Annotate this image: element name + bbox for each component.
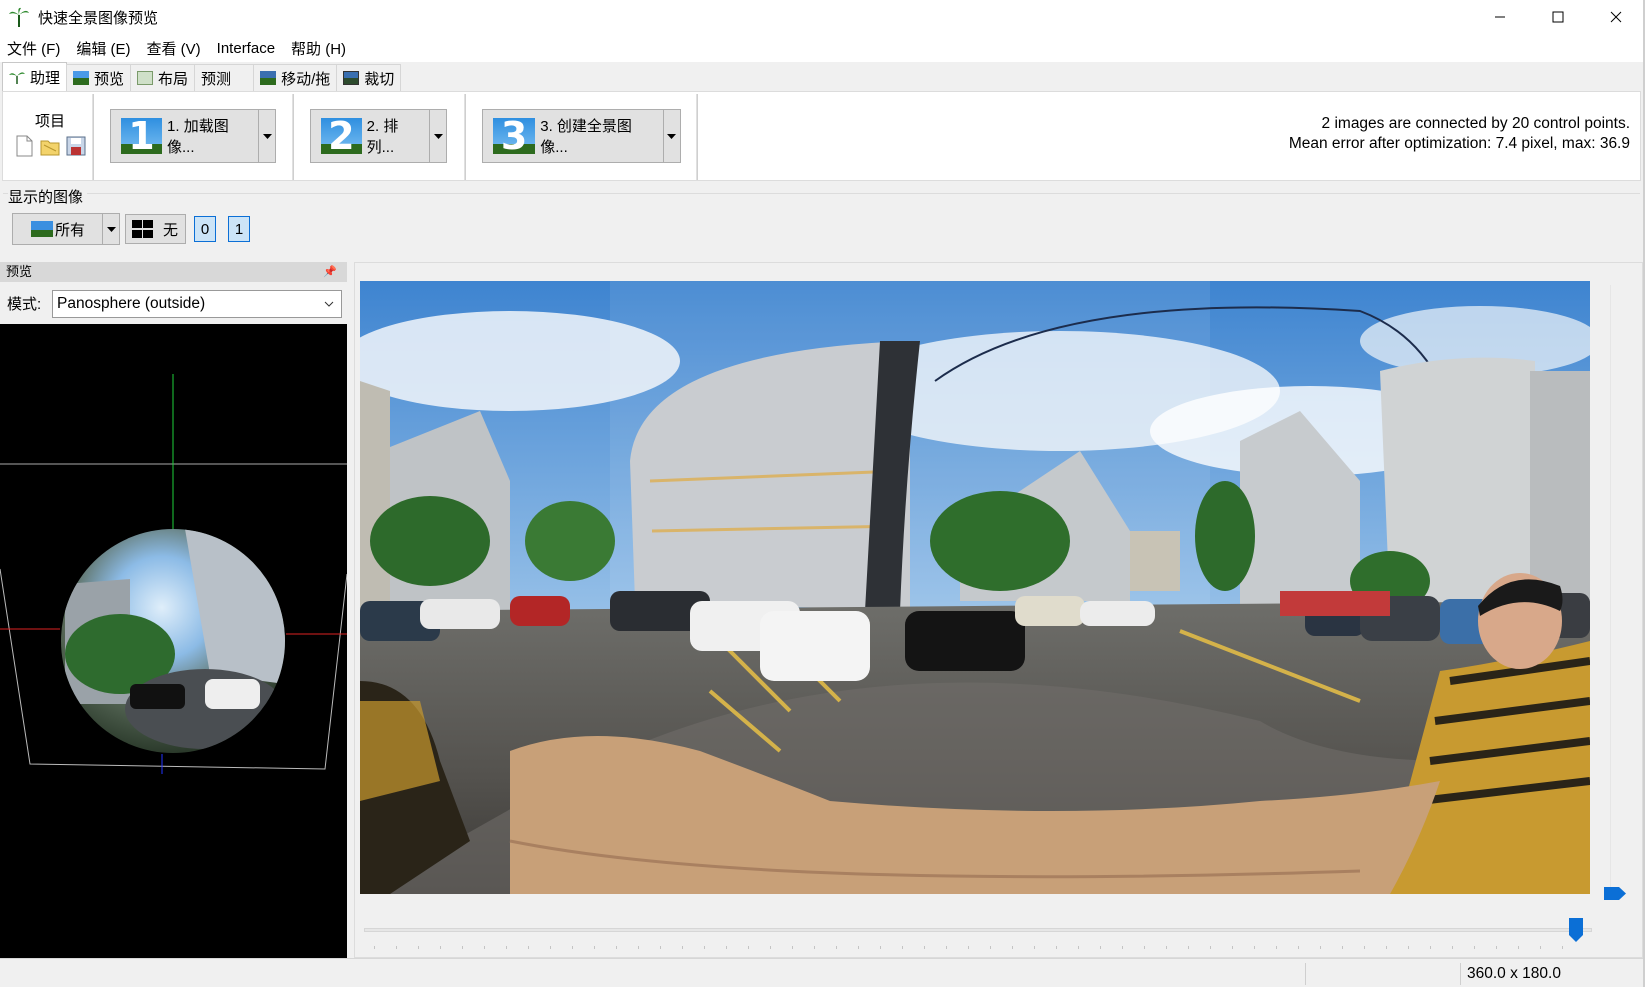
- horizontal-slider-ticks: [374, 946, 1584, 949]
- dropdown-arrow-icon: [433, 133, 443, 139]
- horizontal-slider-thumb[interactable]: [1569, 918, 1583, 942]
- status-separator: [1460, 963, 1461, 985]
- step-3-icon: 3: [493, 118, 536, 154]
- menu-file[interactable]: 文件 (F): [7, 38, 60, 59]
- maximize-button[interactable]: [1529, 0, 1587, 34]
- optimization-status: 2 images are connected by 20 control poi…: [1289, 114, 1630, 154]
- status-bar: 360.0 x 180.0: [0, 958, 1643, 987]
- load-images-button[interactable]: 1 1. 加载图像...: [110, 109, 276, 163]
- dropdown-arrow-icon: [262, 133, 272, 139]
- minimize-icon: [1495, 16, 1505, 18]
- mean-error-status: Mean error after optimization: 7.4 pixel…: [1288, 135, 1630, 152]
- tab-layout[interactable]: 布局: [130, 64, 196, 91]
- panosphere-view[interactable]: [0, 324, 347, 958]
- align-label: 2. 排列...: [366, 118, 399, 156]
- show-all-label: 所有: [55, 221, 86, 239]
- load-images-label: 1. 加载图像...: [167, 118, 229, 156]
- vertical-slider-thumb[interactable]: [1604, 887, 1626, 900]
- move-drag-icon: [260, 71, 277, 85]
- pin-icon[interactable]: 📌: [323, 262, 337, 282]
- mode-label: 模式:: [7, 295, 42, 313]
- control-points-status: 2 images are connected by 20 control poi…: [1321, 115, 1630, 132]
- minimize-button[interactable]: [1471, 0, 1529, 34]
- image-toggle-0[interactable]: 0: [194, 216, 216, 242]
- tab-projection-label: 预测: [201, 70, 232, 88]
- maximize-icon: [1552, 11, 1564, 23]
- show-none-label: 无: [163, 221, 179, 239]
- image-toggle-1[interactable]: 1: [228, 216, 250, 242]
- step-2-icon: 2: [321, 118, 362, 154]
- tab-layout-label: 布局: [158, 70, 189, 88]
- crop-icon: [343, 71, 360, 85]
- menu-view[interactable]: 查看 (V): [147, 38, 201, 59]
- menu-interface[interactable]: Interface: [217, 40, 275, 57]
- chevron-down-icon: [324, 301, 334, 307]
- hugin-app-icon: [9, 7, 29, 27]
- tab-move-drag-label: 移动/拖: [281, 70, 331, 88]
- vertical-slider-track[interactable]: [1610, 285, 1616, 890]
- toolbar-separator: [92, 94, 94, 180]
- save-icon[interactable]: [66, 135, 86, 157]
- panel-splitter[interactable]: [347, 262, 354, 958]
- preview-panel-header: 预览 📌: [0, 262, 347, 282]
- panorama-preview[interactable]: [360, 281, 1590, 894]
- create-panorama-dropdown[interactable]: [662, 110, 680, 162]
- panorama-image: [360, 281, 1590, 894]
- mode-select[interactable]: Panosphere (outside): [52, 290, 342, 318]
- load-images-dropdown[interactable]: [258, 110, 275, 162]
- displayed-images-label: 显示的图像: [8, 186, 88, 207]
- tab-bar: 助理 预览 布局 预测 移动/拖 裁切: [0, 62, 1643, 91]
- toolbar-separator: [696, 94, 698, 180]
- align-button[interactable]: 2 2. 排列...: [310, 109, 447, 163]
- assistant-icon: [9, 72, 25, 84]
- project-group: 项目: [8, 110, 92, 157]
- all-images-icon: [31, 221, 53, 237]
- panosphere-canvas: [0, 374, 347, 774]
- show-all-button[interactable]: 所有: [12, 213, 120, 245]
- title-bar: 快速全景图像预览: [0, 0, 1645, 34]
- close-button[interactable]: [1587, 0, 1645, 34]
- menu-bar: 文件 (F) 编辑 (E) 查看 (V) Interface 帮助 (H): [0, 34, 1643, 62]
- dropdown-arrow-icon: [106, 226, 116, 232]
- mode-value: Panosphere (outside): [57, 295, 206, 312]
- step-1-icon: 1: [121, 118, 163, 154]
- new-file-icon[interactable]: [14, 135, 34, 157]
- tab-crop-label: 裁切: [364, 70, 395, 88]
- menu-help[interactable]: 帮助 (H): [291, 38, 346, 59]
- tab-assistant-label: 助理: [30, 69, 61, 87]
- tab-assistant[interactable]: 助理: [2, 62, 68, 91]
- preview-panel-title: 预览: [6, 264, 33, 279]
- toolbar-separator: [292, 94, 294, 180]
- menu-edit[interactable]: 编辑 (E): [76, 38, 130, 59]
- status-separator: [1305, 963, 1306, 985]
- open-folder-icon[interactable]: [40, 135, 60, 157]
- no-images-icon: [132, 220, 153, 238]
- tab-crop[interactable]: 裁切: [336, 64, 402, 91]
- tab-preview[interactable]: 预览: [66, 64, 132, 91]
- field-of-view-readout: 360.0 x 180.0: [1467, 965, 1561, 982]
- tab-preview-label: 预览: [94, 70, 125, 88]
- project-label: 项目: [34, 113, 65, 130]
- layout-icon: [137, 71, 154, 85]
- show-all-dropdown[interactable]: [102, 214, 119, 244]
- show-none-button[interactable]: 无: [125, 214, 186, 244]
- close-icon: [1610, 11, 1622, 23]
- align-dropdown[interactable]: [429, 110, 446, 162]
- assistant-panel: 项目 1 1. 加载图像... 2 2. 排列... 3 3. 创建全景图像..…: [2, 91, 1641, 181]
- create-panorama-label: 3. 创建全景图像...: [540, 118, 632, 156]
- dropdown-arrow-icon: [667, 133, 677, 139]
- window-title: 快速全景图像预览: [38, 9, 159, 27]
- create-panorama-button[interactable]: 3 3. 创建全景图像...: [482, 109, 681, 163]
- horizontal-slider-track[interactable]: [364, 928, 1592, 932]
- preview-icon: [73, 71, 90, 85]
- toolbar-separator: [464, 94, 466, 180]
- tab-move-drag[interactable]: 移动/拖: [253, 64, 338, 91]
- tab-projection[interactable]: 预测: [194, 64, 255, 91]
